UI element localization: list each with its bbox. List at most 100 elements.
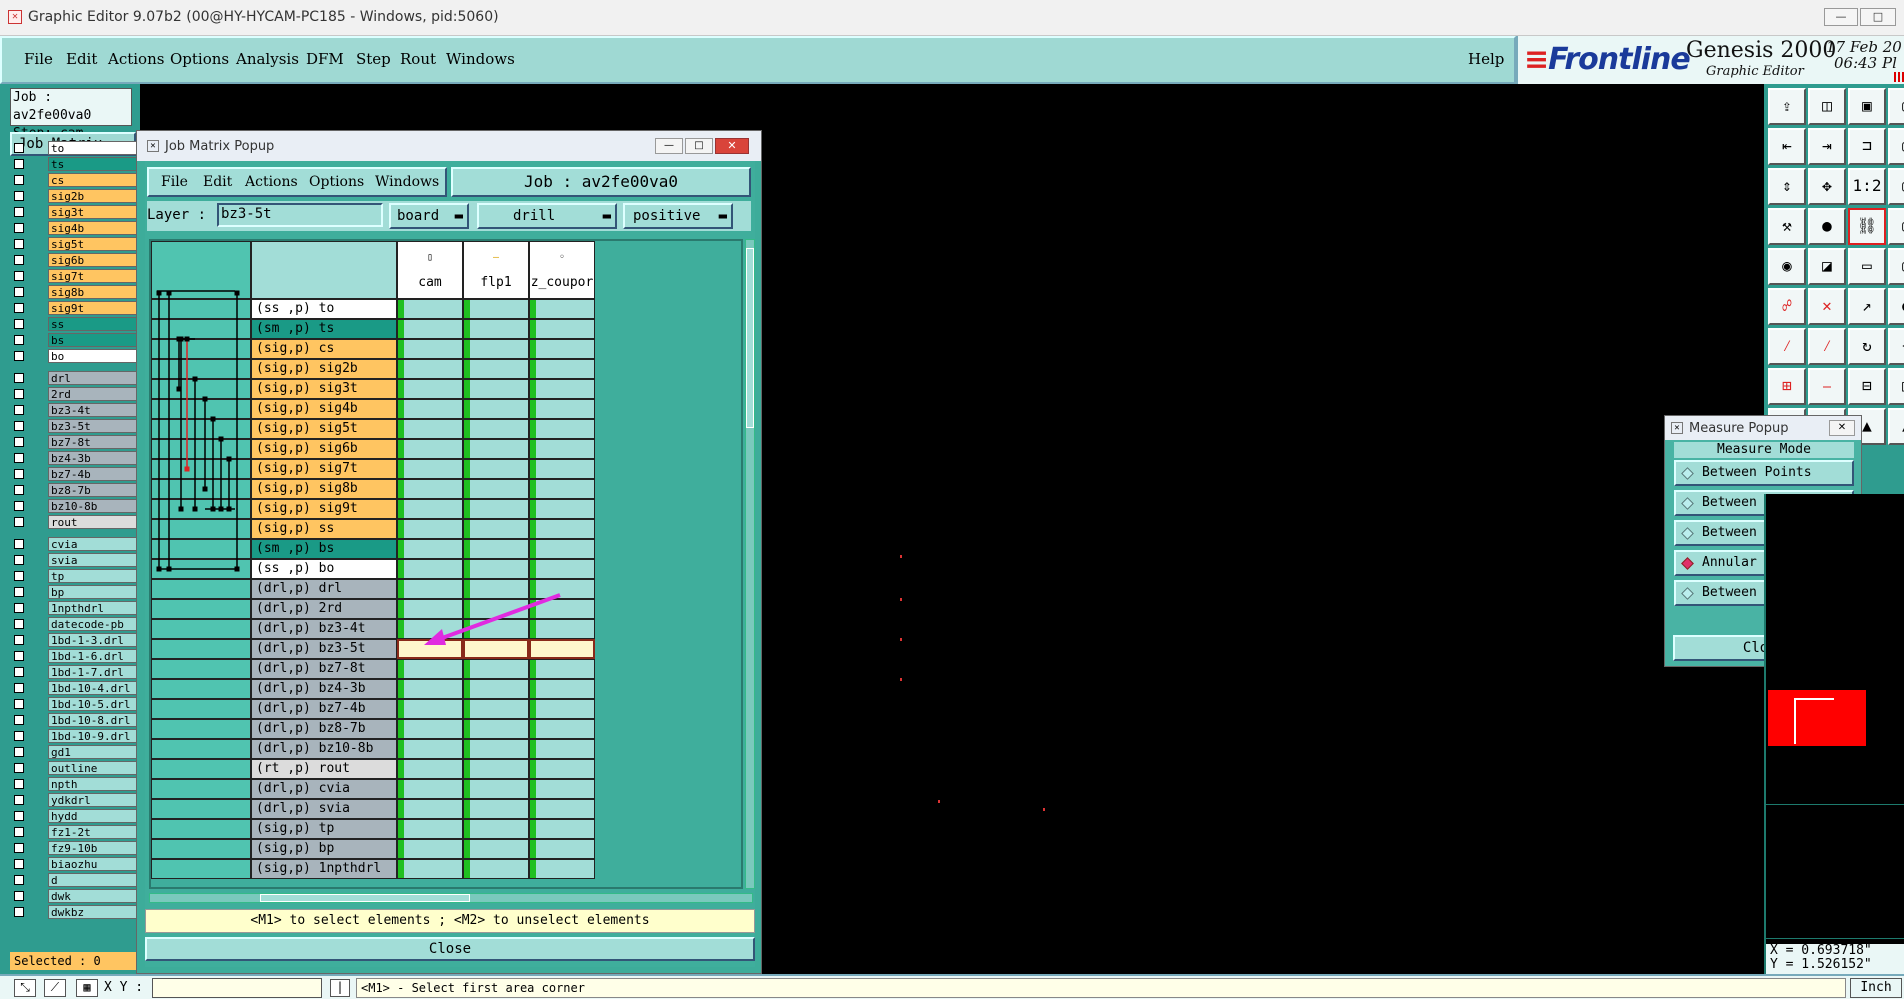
layer-list-item[interactable]: bz3-4t — [14, 403, 146, 417]
matrix-cell[interactable] — [463, 699, 529, 719]
layer-checkbox[interactable] — [14, 207, 24, 217]
step-column-header[interactable]: — flp1 — [463, 241, 529, 299]
layer-checkbox[interactable] — [14, 373, 24, 383]
close-window-button[interactable]: ✕ — [1829, 420, 1855, 436]
tool-button[interactable]: ● — [1888, 288, 1904, 325]
layer-checkbox[interactable] — [14, 635, 24, 645]
layer-list-item[interactable]: 1bd-10-5.drl — [14, 697, 146, 711]
matrix-cell[interactable] — [529, 419, 595, 439]
tool-button[interactable]: ⊞ — [1768, 368, 1806, 405]
layer-list-item[interactable]: rout — [14, 515, 146, 529]
layer-list-item[interactable]: ts — [14, 157, 146, 171]
layer-list-item[interactable]: ydkdrl — [14, 793, 146, 807]
matrix-cell[interactable] — [397, 859, 463, 879]
tool-button[interactable]: ✕ — [1808, 288, 1846, 325]
matrix-cell[interactable] — [463, 479, 529, 499]
tool-button[interactable]: ☍ — [1768, 288, 1806, 325]
zoom-area-icon[interactable]: ⤡ — [14, 979, 36, 997]
layer-checkbox[interactable] — [14, 223, 24, 233]
layer-list-item[interactable]: bz4-3b — [14, 451, 146, 465]
layer-checkbox[interactable] — [14, 421, 24, 431]
matrix-cell[interactable] — [397, 719, 463, 739]
matrix-cell[interactable] — [463, 339, 529, 359]
layer-checkbox[interactable] — [14, 603, 24, 613]
matrix-cell[interactable] — [529, 299, 595, 319]
matrix-cell[interactable] — [397, 459, 463, 479]
matrix-cell[interactable] — [397, 519, 463, 539]
matrix-cell[interactable] — [463, 519, 529, 539]
matrix-cell[interactable] — [463, 399, 529, 419]
layer-list-item[interactable]: sig7t — [14, 269, 146, 283]
menu-edit[interactable]: Edit — [66, 50, 97, 68]
layer-checkbox[interactable] — [14, 779, 24, 789]
layer-list-item[interactable]: bz10-8b — [14, 499, 146, 513]
layer-checkbox[interactable] — [14, 453, 24, 463]
step-column-header[interactable]: ◦ z_coupor — [529, 241, 595, 299]
layer-checkbox[interactable] — [14, 501, 24, 511]
layer-list-item[interactable]: svia — [14, 553, 146, 567]
maximize-button[interactable]: □ — [685, 138, 713, 154]
layer-list-item[interactable]: bs — [14, 333, 146, 347]
matrix-cell[interactable] — [397, 359, 463, 379]
matrix-cell[interactable] — [463, 859, 529, 879]
jm-menu-file[interactable]: File — [161, 174, 188, 190]
layer-checkbox[interactable] — [14, 389, 24, 399]
tool-button[interactable]: ▢ — [1888, 248, 1904, 285]
step-column-header[interactable]: ▯ cam — [397, 241, 463, 299]
layer-checkbox[interactable] — [14, 271, 24, 281]
board-preview[interactable] — [1768, 690, 1866, 746]
matrix-cell[interactable] — [529, 319, 595, 339]
matrix-cell[interactable] — [529, 539, 595, 559]
layer-checkbox[interactable] — [14, 175, 24, 185]
layer-list-item[interactable]: cvia — [14, 537, 146, 551]
layer-list-item[interactable]: sig2b — [14, 189, 146, 203]
matrix-cell[interactable] — [529, 399, 595, 419]
matrix-cell[interactable] — [463, 799, 529, 819]
layer-list-item[interactable]: to — [14, 141, 146, 155]
matrix-cell[interactable] — [529, 819, 595, 839]
close-button[interactable]: Close — [145, 937, 755, 961]
tool-button[interactable]: ⊐ — [1848, 128, 1886, 165]
layer-checkbox[interactable] — [14, 287, 24, 297]
tool-button[interactable]: ⎯ — [1808, 368, 1846, 405]
matrix-cell[interactable] — [529, 839, 595, 859]
matrix-cell[interactable] — [463, 839, 529, 859]
menu-options[interactable]: Options — [170, 50, 229, 68]
matrix-cell[interactable] — [529, 739, 595, 759]
matrix-cell[interactable] — [529, 439, 595, 459]
matrix-cell[interactable] — [529, 759, 595, 779]
jm-menu-options[interactable]: Options — [309, 174, 364, 190]
status-toggle-icon[interactable]: | — [330, 979, 350, 997]
layer-list-item[interactable]: 1bd-10-4.drl — [14, 681, 146, 695]
layer-checkbox[interactable] — [14, 811, 24, 821]
layer-checkbox[interactable] — [14, 469, 24, 479]
layer-checkbox[interactable] — [14, 437, 24, 447]
layer-list-item[interactable]: sig3t — [14, 205, 146, 219]
matrix-cell[interactable] — [397, 379, 463, 399]
layer-checkbox[interactable] — [14, 405, 24, 415]
matrix-cell[interactable] — [397, 299, 463, 319]
polarity-dropdown[interactable]: positive ▬ — [623, 203, 733, 229]
layer-checkbox[interactable] — [14, 907, 24, 917]
layer-list-item[interactable]: 1bd-10-8.drl — [14, 713, 146, 727]
matrix-cell[interactable] — [463, 559, 529, 579]
tool-button[interactable]: ▢ — [1888, 208, 1904, 245]
menu-actions[interactable]: Actions — [108, 50, 164, 68]
menu-rout[interactable]: Rout — [400, 50, 436, 68]
layer-list-item[interactable]: npth — [14, 777, 146, 791]
layer-list-item[interactable]: 1bd-1-3.drl — [14, 633, 146, 647]
layer-checkbox[interactable] — [14, 795, 24, 805]
matrix-cell[interactable] — [463, 379, 529, 399]
matrix-cell[interactable] — [529, 659, 595, 679]
tool-button[interactable]: ◪ — [1808, 248, 1846, 285]
tool-button[interactable]: ▢ — [1888, 88, 1904, 125]
matrix-cell[interactable] — [397, 819, 463, 839]
jm-menu-edit[interactable]: Edit — [203, 174, 232, 190]
layer-checkbox[interactable] — [14, 351, 24, 361]
minimize-button[interactable]: — — [655, 138, 683, 154]
matrix-cell[interactable] — [397, 539, 463, 559]
measure-icon[interactable]: ⟋ — [44, 979, 66, 997]
matrix-cell[interactable] — [529, 479, 595, 499]
tool-button[interactable]: ⁄ — [1808, 328, 1846, 365]
layer-list-item[interactable]: bz3-5t — [14, 419, 146, 433]
